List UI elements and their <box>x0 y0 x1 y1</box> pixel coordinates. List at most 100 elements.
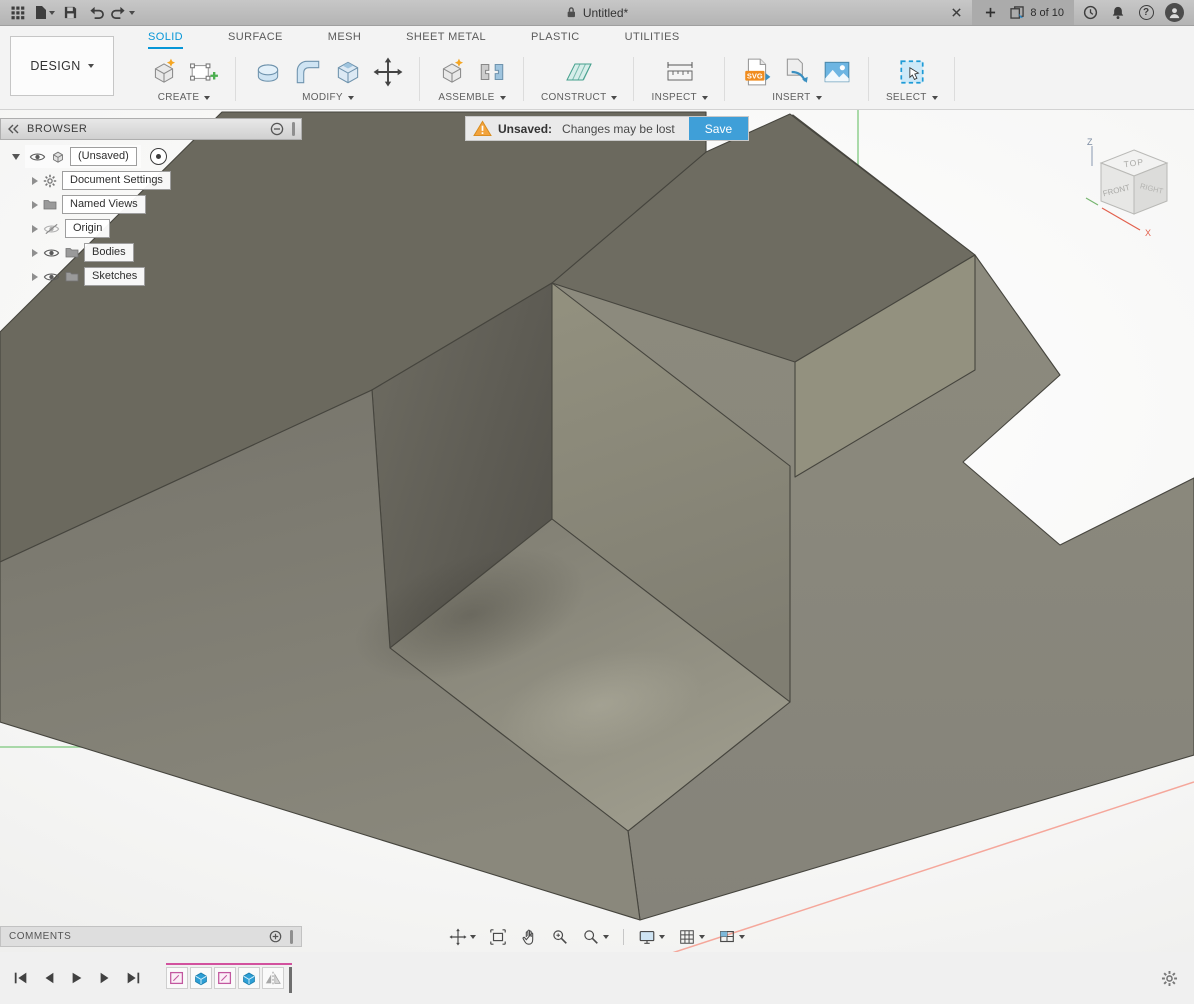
step-back-button[interactable] <box>38 967 60 989</box>
fit-view-button[interactable] <box>487 926 509 948</box>
visibility-eye-icon[interactable] <box>43 271 60 283</box>
shell-icon[interactable] <box>333 57 363 87</box>
chevron-down-icon <box>702 96 708 100</box>
job-status-button[interactable] <box>1078 2 1102 24</box>
new-tab-button[interactable] <box>978 2 1002 24</box>
root-document-label[interactable]: (Unsaved) <box>70 147 137 166</box>
skip-to-end-button[interactable] <box>122 967 144 989</box>
display-settings-button[interactable] <box>636 926 667 948</box>
timeline-position-marker[interactable] <box>289 967 292 993</box>
chevron-down-icon <box>816 96 822 100</box>
browser-row-sketches: Sketches <box>0 265 302 288</box>
timeline-mirror-feature[interactable] <box>262 967 284 989</box>
timeline-sketch-feature[interactable] <box>166 967 188 989</box>
new-component-icon[interactable] <box>437 57 467 87</box>
activate-component-radio[interactable] <box>150 148 167 165</box>
svg-text:SVG: SVG <box>747 71 763 80</box>
group-select: SELECT <box>869 49 955 109</box>
workspace-select[interactable]: DESIGN <box>10 36 114 96</box>
create-sketch-icon[interactable] <box>189 57 219 87</box>
canvas-icon[interactable] <box>822 57 852 87</box>
group-label-inspect[interactable]: INSPECT <box>651 92 707 105</box>
zoom-window-button[interactable] <box>549 926 571 948</box>
group-label-modify[interactable]: MODIFY <box>302 92 354 105</box>
orbit-button[interactable] <box>447 926 478 948</box>
help-button[interactable]: ? <box>1134 2 1158 24</box>
viewcube[interactable]: Z TOP FRONT RIGHT X <box>1078 136 1190 248</box>
construction-plane-icon[interactable] <box>564 57 594 87</box>
group-label-create[interactable]: CREATE <box>158 92 211 105</box>
app-grid-button[interactable] <box>6 2 30 24</box>
expand-caret-icon[interactable] <box>32 273 38 281</box>
close-document-button[interactable] <box>944 2 968 24</box>
tab-mesh[interactable]: MESH <box>328 26 361 49</box>
insert-svg-icon[interactable]: SVG <box>742 57 772 87</box>
group-label-insert[interactable]: INSERT <box>772 92 821 105</box>
browser-item-label[interactable]: Named Views <box>62 195 146 214</box>
viewports-button[interactable] <box>716 926 747 948</box>
save-document-button[interactable] <box>58 2 82 24</box>
timeline-sketch-feature[interactable] <box>214 967 236 989</box>
tab-plastic[interactable]: PLASTIC <box>531 26 580 49</box>
tab-utilities[interactable]: UTILITIES <box>625 26 680 49</box>
group-label-select[interactable]: SELECT <box>886 92 938 105</box>
timeline-extrude-feature[interactable] <box>190 967 212 989</box>
orbit-icon <box>449 928 467 946</box>
joint-icon[interactable] <box>477 57 507 87</box>
help-icon: ? <box>1139 5 1154 20</box>
browser-item-label[interactable]: Document Settings <box>62 171 171 190</box>
undo-button[interactable] <box>84 2 108 24</box>
expand-comments-icon[interactable] <box>269 930 282 943</box>
visibility-eye-icon[interactable] <box>29 151 46 163</box>
group-label-construct[interactable]: CONSTRUCT <box>541 92 617 105</box>
expand-caret-icon[interactable] <box>32 177 38 185</box>
avatar[interactable] <box>1162 2 1186 24</box>
select-icon[interactable] <box>897 57 927 87</box>
scrollbar[interactable] <box>292 122 295 136</box>
expand-caret-icon[interactable] <box>32 249 38 257</box>
tab-sheet-metal[interactable]: SHEET METAL <box>406 26 486 49</box>
expand-caret-icon[interactable] <box>32 225 38 233</box>
group-assemble: ASSEMBLE <box>420 49 524 109</box>
browser-item-label[interactable]: Bodies <box>84 243 134 262</box>
move-icon[interactable] <box>373 57 403 87</box>
plus-icon <box>985 7 996 18</box>
collapse-panel-icon[interactable] <box>7 124 19 134</box>
tab-solid[interactable]: SOLID <box>148 26 183 49</box>
viewcube-y-axis <box>1086 198 1098 205</box>
new-body-icon[interactable] <box>149 57 179 87</box>
skip-to-start-button[interactable] <box>10 967 32 989</box>
group-label-assemble[interactable]: ASSEMBLE <box>438 92 505 105</box>
chevron-down-icon <box>88 64 94 68</box>
zoom-button[interactable] <box>580 926 611 948</box>
collapse-caret-icon[interactable] <box>12 154 20 160</box>
collapse-all-icon[interactable] <box>270 122 284 136</box>
timeline-settings-button[interactable] <box>1158 967 1180 989</box>
play-button[interactable] <box>66 967 88 989</box>
avatar-icon <box>1165 3 1184 22</box>
tab-counter[interactable]: 8 of 10 <box>1006 6 1068 19</box>
tab-zone: 8 of 10 <box>972 0 1074 25</box>
file-menu-button[interactable] <box>32 2 56 24</box>
redo-button[interactable] <box>110 2 135 24</box>
press-pull-icon[interactable] <box>253 57 283 87</box>
save-button[interactable]: Save <box>689 117 748 140</box>
fillet-icon[interactable] <box>293 57 323 87</box>
visibility-eye-icon[interactable] <box>43 247 60 259</box>
workspace-label: DESIGN <box>30 59 80 73</box>
expand-caret-icon[interactable] <box>32 201 38 209</box>
grid-snap-button[interactable] <box>676 926 707 948</box>
comments-bar[interactable]: COMMENTS <box>0 926 302 947</box>
pan-button[interactable] <box>518 926 540 948</box>
measure-icon[interactable] <box>665 57 695 87</box>
viewport-3d[interactable]: Unsaved: Changes may be lost Save BROWSE… <box>0 110 1194 952</box>
scrollbar[interactable] <box>290 930 293 944</box>
timeline-extrude-feature[interactable] <box>238 967 260 989</box>
step-forward-button[interactable] <box>94 967 116 989</box>
derive-icon[interactable] <box>782 57 812 87</box>
browser-item-label[interactable]: Sketches <box>84 267 145 286</box>
notifications-button[interactable] <box>1106 2 1130 24</box>
tab-surface[interactable]: SURFACE <box>228 26 283 49</box>
browser-item-label[interactable]: Origin <box>65 219 110 238</box>
eye-hidden-icon[interactable] <box>43 223 60 235</box>
